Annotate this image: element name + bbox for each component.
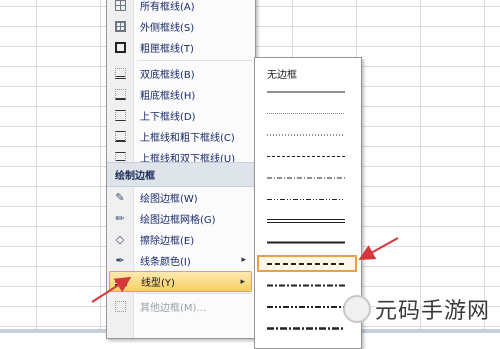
menu-item-label: 粗底框线(H) [140,91,196,102]
menu-item-label: 粗匣框线(T) [140,44,194,55]
menu-item-label: 线型(Y) [141,278,175,289]
menu-item-bottom-double-border[interactable]: 双底框线(B) [109,63,252,84]
outside-borders-icon [114,21,126,32]
menu-item-label: 线条颜色(I) [140,257,191,268]
watermark: 元码手游网 [342,293,490,325]
draw-border-icon: ✎ [115,191,125,204]
line-style-icon [110,271,132,292]
bottom-double-border-icon [114,68,126,79]
menu-item-label: 外侧框线(S) [140,23,195,34]
menu-separator [137,293,252,294]
top-bottom-border-icon [114,110,126,121]
line-color-icon: ✒ [115,254,125,267]
menu-item-draw-border-grid[interactable]: ✏ 绘图边框网格(G) [109,208,252,229]
menu-item-top-thick-bottom-border[interactable]: 上框线和粗下框线(C) [109,126,252,147]
menu-separator [137,60,252,61]
menu-item-thick-box-border[interactable]: 粗匣框线(T) [109,37,252,58]
menu-item-label: 上框线和粗下框线(C) [140,133,235,144]
draw-border-grid-icon: ✏ [115,212,125,225]
menu-item-line-style[interactable]: 线型(Y) ▸ [109,271,252,292]
thick-box-border-icon [114,42,126,53]
all-borders-icon [114,0,126,11]
menu-item-more-borders[interactable]: 其他边框(M)... [109,296,252,317]
submenu-arrow-icon: ▸ [241,255,246,265]
draw-borders-section-header: 绘制边框 [107,162,255,187]
thick-bottom-border-icon [114,89,126,100]
menu-item-all-borders[interactable]: 所有框线(A) [109,0,252,16]
menu-item-label: 所有框线(A) [140,2,195,13]
menu-item-label: 上下框线(D) [140,112,196,123]
menu-item-label: 其他边框(M)... [140,303,206,314]
top-thick-bottom-border-icon [114,131,126,142]
menu-item-label: 双底框线(B) [140,70,195,81]
menu-item-thick-bottom-border[interactable]: 粗底框线(H) [109,84,252,105]
menu-item-top-bottom-border[interactable]: 上下框线(D) [109,105,252,126]
menu-item-label: 绘图边框(W) [140,194,198,205]
watermark-text: 元码手游网 [374,299,490,324]
section-title: 绘制边框 [115,171,155,182]
menu-item-label: 擦除边框(E) [140,236,195,247]
menu-item-line-color[interactable]: ✒ 线条颜色(I) ▸ [109,250,252,271]
eraser-icon: ◇ [115,233,125,246]
menu-item-outside-borders[interactable]: 外侧框线(S) [109,16,252,37]
submenu-arrow-icon: ▸ [240,277,245,287]
borders-dropdown-menu: 所有框线(A) 外侧框线(S) 粗匣框线(T) 双底框线(B) 粗底框线(H) … [106,0,256,339]
menu-item-erase-border[interactable]: ◇ 擦除边框(E) [109,229,252,250]
menu-item-draw-border[interactable]: ✎ 绘图边框(W) [109,187,252,208]
menu-item-label: 绘图边框网格(G) [140,215,216,226]
more-borders-icon [114,301,126,312]
watermark-logo-icon [342,295,371,323]
